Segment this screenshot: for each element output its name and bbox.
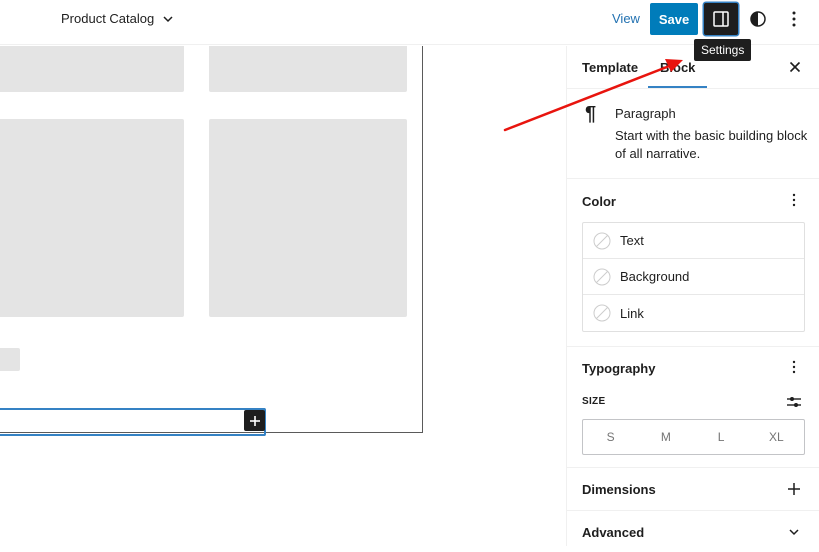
color-item-label: Text (620, 233, 644, 248)
block-inserter-button[interactable] (244, 410, 265, 431)
font-size-picker: S M L XL (582, 419, 805, 455)
vertical-ellipsis-icon (792, 11, 796, 27)
size-option-xl[interactable]: XL (749, 420, 804, 454)
advanced-panel-title: Advanced (582, 525, 645, 540)
dimensions-panel-title: Dimensions (582, 482, 656, 497)
color-list: Text Background Link (582, 222, 805, 332)
sidebar-tabs: Template Block (567, 46, 819, 89)
color-panel: Color Text Background Link (567, 180, 819, 347)
chevron-down-icon (163, 15, 173, 22)
vertical-ellipsis-icon (792, 360, 796, 374)
sidebar-toggle-icon (713, 11, 729, 27)
color-panel-title: Color (582, 194, 616, 209)
empty-swatch-icon (593, 304, 611, 322)
typography-panel-title: Typography (582, 361, 656, 376)
plus-icon (788, 483, 800, 495)
size-option-l[interactable]: L (694, 420, 749, 454)
typography-panel: Typography SIZE S M L XL (567, 348, 819, 468)
typography-options-button[interactable] (783, 356, 805, 378)
dimensions-panel[interactable]: Dimensions (567, 469, 819, 511)
plus-icon (249, 415, 260, 426)
document-title: Product Catalog (61, 11, 155, 26)
view-button[interactable]: View (612, 11, 640, 26)
chevron-down-icon (789, 529, 799, 536)
image-placeholder[interactable] (209, 119, 407, 317)
block-description: Start with the basic building block of a… (615, 128, 808, 161)
size-option-m[interactable]: M (638, 420, 693, 454)
image-placeholder[interactable] (209, 46, 407, 92)
selected-paragraph-block[interactable] (0, 408, 266, 436)
size-option-s[interactable]: S (583, 420, 638, 454)
advanced-toggle-button[interactable] (783, 521, 805, 543)
advanced-panel[interactable]: Advanced (567, 512, 819, 552)
custom-size-toggle-icon[interactable] (785, 393, 803, 411)
empty-swatch-icon (593, 268, 611, 285)
half-circle-contrast-icon (750, 11, 766, 27)
settings-tooltip: Settings (694, 39, 752, 61)
button-placeholder[interactable] (0, 348, 20, 371)
empty-swatch-icon (593, 232, 611, 249)
image-placeholder[interactable] (0, 46, 184, 92)
block-name: Paragraph (615, 106, 676, 121)
editor-canvas[interactable] (0, 46, 566, 546)
dimensions-add-button[interactable] (783, 478, 805, 500)
color-item-label: Background (620, 269, 690, 284)
settings-button[interactable] (704, 3, 738, 35)
tab-template[interactable]: Template (582, 60, 638, 75)
color-item-label: Link (620, 305, 644, 321)
styles-button[interactable] (744, 5, 772, 33)
image-placeholder[interactable] (0, 119, 184, 317)
color-item-text[interactable]: Text (583, 223, 804, 259)
settings-sidebar: Template Block ¶ Paragraph Start with th… (566, 46, 819, 546)
color-options-button[interactable] (783, 189, 805, 211)
color-item-link[interactable]: Link (583, 295, 804, 331)
options-menu-button[interactable] (780, 5, 808, 33)
vertical-ellipsis-icon (792, 193, 796, 207)
close-icon (789, 61, 801, 73)
tab-block[interactable]: Block (660, 60, 695, 75)
document-title-dropdown[interactable]: Product Catalog (61, 11, 174, 26)
active-tab-indicator (648, 86, 707, 88)
size-label: SIZE (582, 396, 606, 407)
save-button[interactable]: Save (650, 3, 698, 35)
block-card: ¶ Paragraph Start with the basic buildin… (567, 89, 819, 179)
close-sidebar-button[interactable] (785, 57, 805, 77)
paragraph-icon: ¶ (585, 103, 597, 125)
color-item-background[interactable]: Background (583, 259, 804, 295)
